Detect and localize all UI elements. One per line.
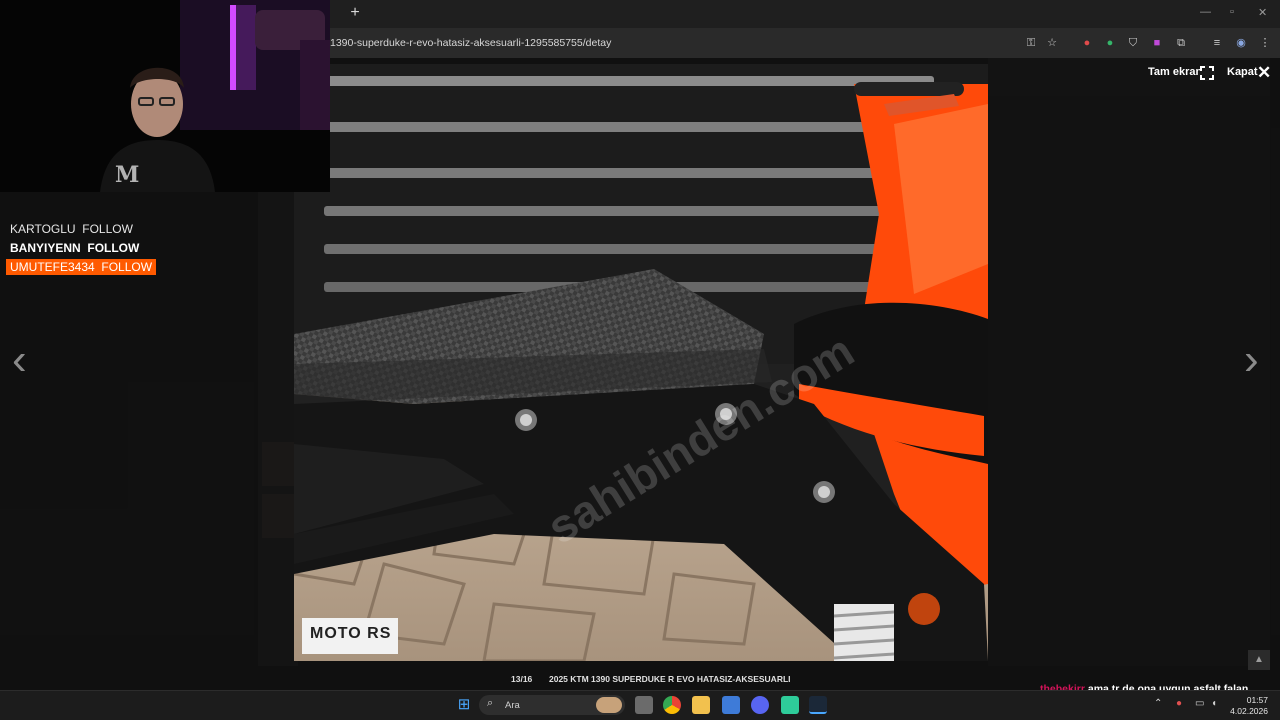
clock-date: 4.02.2026 <box>1230 706 1268 716</box>
network-icon[interactable]: ▭ <box>1195 698 1204 709</box>
browser-menu-icon[interactable]: ⋮ <box>1256 34 1274 52</box>
microphone-icon[interactable]: ● <box>1176 698 1182 709</box>
chrome-icon[interactable] <box>663 696 681 714</box>
image-counter: 13/16 <box>511 674 533 684</box>
minimize-icon[interactable]: — <box>1200 6 1211 18</box>
motorcycle-photo: sahibinden.com <box>294 64 988 661</box>
steam-icon[interactable] <box>809 696 827 714</box>
password-key-icon[interactable]: ⚿ <box>1022 34 1040 52</box>
bookmark-star-icon[interactable]: ☆ <box>1043 34 1061 52</box>
follow-alert-latest: UMUTEFE3434 FOLLOW <box>6 259 157 275</box>
close-viewer-button[interactable]: Kapat <box>1227 66 1258 78</box>
listing-photo[interactable]: sahibinden.com MOTO RS <box>294 64 988 661</box>
app-icon[interactable] <box>722 696 740 714</box>
maximize-icon[interactable]: ▫ <box>1230 6 1234 18</box>
dealer-logo: MOTO RS <box>302 618 398 654</box>
follow-alert: BANYIYENN FOLLOW <box>10 241 139 255</box>
clock-time: 01:57 <box>1246 695 1268 705</box>
follow-label: FOLLOW <box>87 241 140 255</box>
follow-label: FOLLOW <box>82 222 133 236</box>
screen: ‹ + — ▫ ✕ 1390-superduke-r-evo-hatasiz-a… <box>0 0 1280 720</box>
start-menu-icon[interactable]: ⊞ <box>455 696 473 714</box>
app-green-icon[interactable] <box>781 696 799 714</box>
webcam-overlay: M <box>0 0 330 192</box>
next-image-icon[interactable]: › <box>1244 338 1259 382</box>
svg-text:M: M <box>115 162 139 188</box>
image-caption: 2025 KTM 1390 SUPERDUKE R EVO HATASIZ-AK… <box>549 674 791 684</box>
url-text[interactable]: 1390-superduke-r-evo-hatasiz-aksesuarli-… <box>330 37 611 49</box>
task-view-icon[interactable] <box>635 696 653 714</box>
taskbar-search-label: Ara <box>505 700 520 711</box>
new-tab-button[interactable]: + <box>346 3 364 23</box>
search-icon: ⌕ <box>487 697 494 709</box>
dealer-logo-text: MOTO RS <box>310 625 392 642</box>
streamer-webcam: M <box>0 0 330 192</box>
follow-alert: KARTOGLU FOLLOW <box>10 222 133 236</box>
search-highlight-icon[interactable] <box>596 697 622 713</box>
file-explorer-icon[interactable] <box>692 696 710 714</box>
previous-image-icon[interactable]: ‹ <box>12 338 27 382</box>
follower-name: KARTOGLU <box>10 222 76 236</box>
close-icon[interactable]: ✕ <box>1257 63 1271 83</box>
extension-green-icon[interactable]: ● <box>1101 34 1119 52</box>
extension-purple-icon[interactable]: ■ <box>1148 34 1166 52</box>
reading-list-icon[interactable]: ≡ <box>1208 34 1226 52</box>
fullscreen-button[interactable]: Tam ekran <box>1148 66 1202 78</box>
fullscreen-icon[interactable] <box>1199 65 1215 81</box>
follow-label: FOLLOW <box>101 260 153 274</box>
extensions-puzzle-icon[interactable]: ⧉ <box>1172 34 1190 52</box>
discord-icon[interactable] <box>751 696 769 714</box>
extension-red-icon[interactable]: ● <box>1078 34 1096 52</box>
shield-extension-icon[interactable]: ⛉ <box>1124 34 1142 52</box>
window-close-icon[interactable]: ✕ <box>1258 6 1267 19</box>
profile-avatar-icon[interactable]: ◉ <box>1232 34 1250 52</box>
follower-name: UMUTEFE3434 <box>10 260 95 274</box>
volume-icon[interactable]: ◖ <box>1211 698 1217 709</box>
follower-name: BANYIYENN <box>10 241 81 255</box>
system-clock[interactable]: 01:57 4.02.2026 <box>1228 695 1268 717</box>
scroll-to-top-button[interactable]: ▲ <box>1248 650 1270 670</box>
tray-overflow-icon[interactable]: ⌃ <box>1154 698 1162 709</box>
